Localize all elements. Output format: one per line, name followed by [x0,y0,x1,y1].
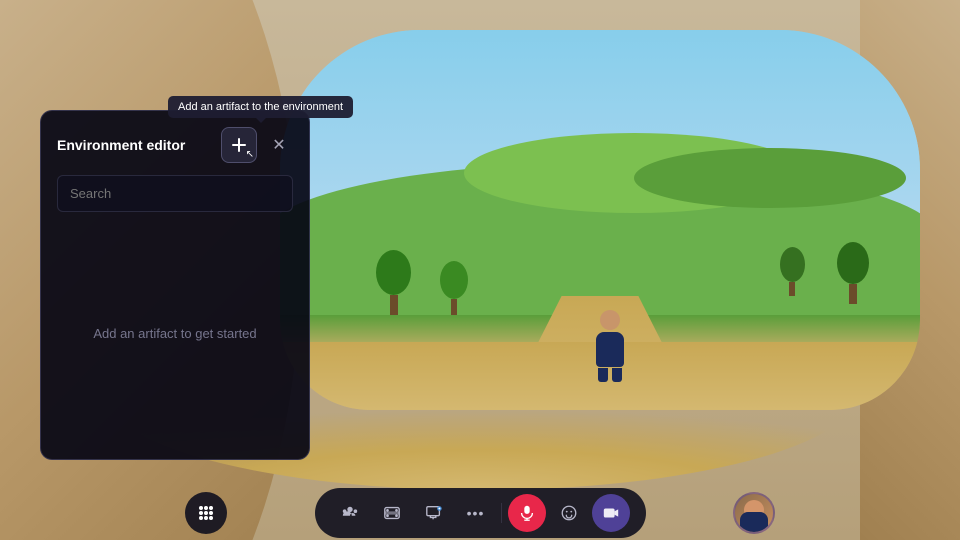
avatar-leg-right [612,368,622,382]
panel-title: Environment editor [57,137,185,153]
people-button[interactable] [331,494,369,532]
avatar-leg-left [598,368,608,382]
share-icon [425,504,443,522]
media-icon [383,504,401,522]
avatar-legs [590,368,630,382]
grid-icon [197,504,215,522]
share-button[interactable] [415,494,453,532]
mic-icon [518,504,536,522]
bottom-toolbar: ••• [0,485,960,540]
mic-button[interactable] [508,494,546,532]
camera-icon [602,504,620,522]
search-input[interactable] [57,175,293,212]
scene-avatar [590,310,630,375]
empty-state-text: Add an artifact to get started [93,326,256,341]
avatar-chip-inner [735,494,773,532]
tree-right-2 [780,247,805,296]
panel-header-actions: ↖ ✕ [221,127,293,163]
close-panel-button[interactable]: ✕ [265,131,293,159]
emoji-button[interactable] [550,494,588,532]
panel-header: Environment editor ↖ ✕ [57,127,293,163]
center-toolbar: ••• [315,488,646,538]
emoji-icon [560,504,578,522]
avatar-body [596,332,624,367]
more-button[interactable]: ••• [457,494,495,532]
people-icon [341,504,359,522]
media-button[interactable] [373,494,411,532]
toolbar-separator [501,503,502,523]
avatar-chip-body [740,512,768,532]
user-avatar-chip[interactable] [733,492,775,534]
avatar-head [600,310,620,330]
tree-right-1 [837,242,869,304]
panel-empty-state: Add an artifact to get started [57,224,293,443]
environment-editor-panel: Environment editor ↖ ✕ Add an artifact t… [40,110,310,460]
more-dots-icon: ••• [467,505,485,521]
camera-button[interactable] [592,494,630,532]
grid-menu-button[interactable] [185,492,227,534]
add-artifact-button[interactable]: ↖ [221,127,257,163]
